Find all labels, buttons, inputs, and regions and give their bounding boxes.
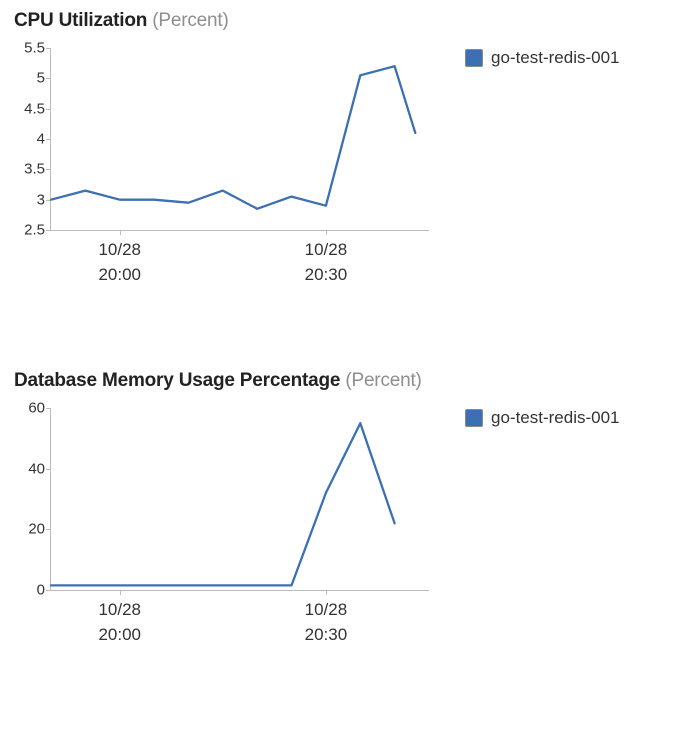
- y-tick-label: 0: [37, 582, 45, 599]
- chart-title: CPU Utilization (Percent): [14, 10, 229, 32]
- series-line: [51, 66, 415, 209]
- y-tick-mark: [46, 590, 51, 591]
- y-tick-label: 2.5: [24, 222, 45, 239]
- y-tick-label: 3: [37, 191, 45, 208]
- x-tick-label: 10/2820:30: [305, 238, 348, 287]
- y-tick-label: 60: [28, 400, 45, 417]
- legend-swatch: [465, 409, 483, 427]
- series-line: [51, 423, 395, 585]
- spacer: [0, 300, 700, 360]
- legend: go-test-redis-001: [465, 48, 620, 68]
- x-tick-mark: [326, 230, 327, 235]
- chart-title-unit: (Percent): [345, 370, 421, 391]
- y-tick-label: 3.5: [24, 161, 45, 178]
- chart-title: Database Memory Usage Percentage (Percen…: [14, 370, 422, 392]
- line-layer: [51, 408, 429, 590]
- chart-cpu-utilization: CPU Utilization (Percent) 2.533.544.555.…: [0, 0, 700, 300]
- y-tick-label: 5.5: [24, 40, 45, 57]
- plot-area: 2.533.544.555.510/2820:0010/2820:30: [50, 48, 429, 231]
- x-tick-mark: [120, 230, 121, 235]
- y-tick-label: 4.5: [24, 100, 45, 117]
- y-tick-label: 40: [28, 460, 45, 477]
- x-tick-label: 10/2820:30: [305, 598, 348, 647]
- y-tick-mark: [46, 230, 51, 231]
- chart-title-bold: Database Memory Usage Percentage: [14, 370, 340, 391]
- chart-title-bold: CPU Utilization: [14, 10, 147, 31]
- chart-database-memory: Database Memory Usage Percentage (Percen…: [0, 360, 700, 660]
- legend-label: go-test-redis-001: [491, 48, 620, 68]
- y-tick-label: 4: [37, 131, 45, 148]
- x-tick-mark: [326, 590, 327, 595]
- plot-area: 020406010/2820:0010/2820:30: [50, 408, 429, 591]
- line-layer: [51, 48, 429, 230]
- chart-title-unit: (Percent): [152, 10, 228, 31]
- x-tick-mark: [120, 590, 121, 595]
- legend-swatch: [465, 49, 483, 67]
- y-tick-label: 5: [37, 70, 45, 87]
- y-tick-label: 20: [28, 521, 45, 538]
- x-tick-label: 10/2820:00: [98, 238, 141, 287]
- x-tick-label: 10/2820:00: [98, 598, 141, 647]
- legend-label: go-test-redis-001: [491, 408, 620, 428]
- legend: go-test-redis-001: [465, 408, 620, 428]
